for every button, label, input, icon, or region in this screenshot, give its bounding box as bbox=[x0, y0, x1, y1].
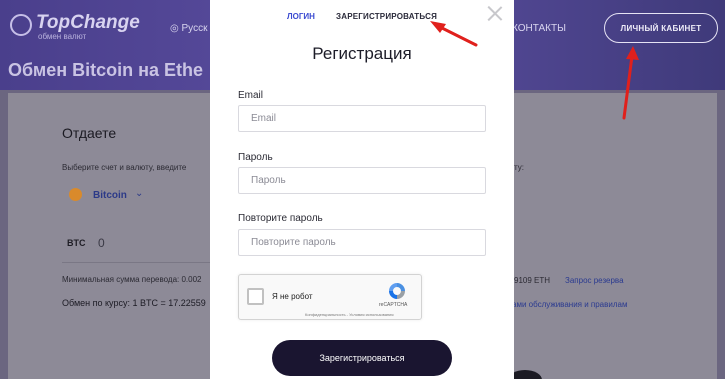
choose-account-text-right: ту: bbox=[514, 163, 524, 172]
captcha-label: Я не робот bbox=[272, 292, 313, 301]
tab-login[interactable]: ЛОГИН bbox=[287, 12, 315, 21]
repeat-password-label: Повторите пароль bbox=[238, 213, 323, 224]
register-submit-button[interactable]: Зарегистрироваться bbox=[272, 340, 452, 376]
close-icon[interactable] bbox=[487, 5, 503, 21]
email-field[interactable] bbox=[238, 105, 486, 132]
language-label: Русск bbox=[181, 23, 208, 34]
reserve-request-link[interactable]: Запрос резерва bbox=[565, 276, 624, 285]
terms-link[interactable]: ами обслуживания и правилам bbox=[512, 300, 627, 309]
min-amount-text: Минимальная сумма перевода: 0.002 bbox=[62, 275, 202, 284]
captcha-checkbox[interactable] bbox=[247, 288, 264, 305]
repeat-password-field[interactable] bbox=[238, 229, 486, 256]
choose-account-text: Выберите счет и валюту, введите bbox=[62, 163, 187, 172]
site-logo[interactable]: TopChange bbox=[36, 12, 140, 34]
exchange-rate-text: Обмен по курсу: 1 BTC = 17.22559 bbox=[62, 298, 206, 308]
modal-title: Регистрация bbox=[312, 44, 412, 63]
currency-select[interactable]: Bitcoin bbox=[93, 190, 127, 201]
language-selector[interactable]: ◎ Русск bbox=[170, 23, 207, 34]
tab-register[interactable]: ЗАРЕГИСТРИРОВАТЬСЯ bbox=[336, 12, 437, 21]
captcha-brand: reCAPTCHA bbox=[379, 302, 408, 308]
logo-subtitle: обмен валют bbox=[38, 32, 87, 41]
recaptcha-logo-icon bbox=[389, 283, 405, 299]
reserve-amount: 9109 ETH bbox=[514, 276, 551, 285]
registration-modal: ЛОГИН ЗАРЕГИСТРИРОВАТЬСЯ Регистрация Ema… bbox=[210, 0, 514, 379]
personal-cabinet-button[interactable]: ЛИЧНЫЙ КАБИНЕТ bbox=[604, 13, 718, 43]
globe-icon: ◎ bbox=[170, 23, 179, 34]
nav-contacts[interactable]: КОНТАКТЫ bbox=[512, 23, 566, 34]
bitcoin-icon bbox=[69, 188, 82, 201]
password-field[interactable] bbox=[238, 167, 486, 194]
page-title: Обмен Bitcoin на Ethe bbox=[8, 60, 203, 80]
amount-underline bbox=[62, 262, 212, 263]
chevron-down-icon[interactable]: ⌄ bbox=[135, 188, 143, 199]
recaptcha-widget: Я не робот reCAPTCHA Конфиденциальность … bbox=[238, 274, 422, 320]
amount-input[interactable]: 0 bbox=[98, 236, 105, 250]
currency-code: BTC bbox=[67, 238, 86, 248]
logo-icon[interactable] bbox=[10, 14, 32, 36]
email-label: Email bbox=[238, 90, 264, 101]
captcha-privacy-link[interactable]: Конфиденциальность - Условия использован… bbox=[305, 312, 394, 317]
give-heading: Отдаете bbox=[62, 125, 117, 141]
password-label: Пароль bbox=[238, 152, 273, 163]
